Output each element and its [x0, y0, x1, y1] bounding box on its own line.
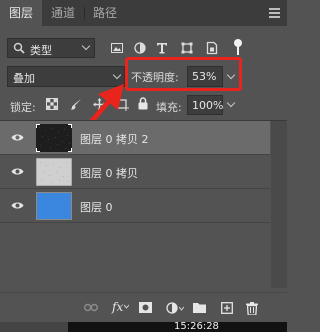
fill-input[interactable]: 100%	[187, 95, 223, 115]
adjustment-menu-chevron-icon	[179, 306, 184, 311]
visibility-eye-icon[interactable]	[11, 201, 24, 210]
layers-scrollbar[interactable]	[271, 121, 287, 288]
new-layer-icon[interactable]	[221, 302, 233, 314]
tab-paths[interactable]: 路径	[85, 0, 125, 26]
mask-icon[interactable]	[139, 302, 152, 313]
layers-panel: 图层 通道 路径 类型 叠加 不透明度: 53% 锁定: 填充: 100% 图层…	[0, 0, 287, 332]
panel-menu-icon[interactable]	[269, 8, 280, 18]
blend-mode-value: 叠加	[13, 72, 35, 85]
tab-channels[interactable]: 通道	[42, 0, 84, 26]
chevron-down-icon	[226, 98, 236, 108]
search-icon	[13, 42, 25, 54]
lock-label: 锁定:	[10, 101, 36, 114]
taskbar-clock: 15:26:28	[174, 322, 219, 332]
fill-dropdown[interactable]	[225, 95, 239, 115]
image-filter-icon[interactable]	[111, 41, 123, 55]
layer-thumbnail-dark[interactable]	[36, 124, 72, 152]
layer-row-0-copy-2[interactable]: 图层 0 拷贝 2	[0, 121, 270, 155]
layer-row-0[interactable]: 图层 0	[0, 189, 270, 223]
layer-thumbnail-blue[interactable]	[36, 192, 72, 220]
visibility-eye-icon[interactable]	[11, 133, 24, 142]
type-filter-icon[interactable]	[156, 41, 168, 55]
lock-all-icon[interactable]	[138, 97, 148, 110]
adjustment-layer-icon[interactable]	[166, 302, 178, 314]
smart-object-filter-icon[interactable]	[206, 41, 218, 55]
adjustment-filter-icon[interactable]	[134, 41, 146, 55]
filter-kind-label: 类型	[30, 44, 52, 57]
folder-icon[interactable]	[193, 302, 206, 313]
lock-transparent-pixels-icon[interactable]	[46, 98, 58, 110]
fx-menu-chevron-icon	[124, 304, 129, 309]
os-taskbar: 15:26:28	[0, 322, 287, 332]
layer-name[interactable]: 图层 0	[80, 199, 113, 215]
layer-row-0-copy[interactable]: 图层 0 拷贝	[0, 155, 270, 189]
filter-toggle-icon[interactable]	[234, 39, 242, 47]
layer-name[interactable]: 图层 0 拷贝 2	[80, 131, 149, 147]
layer-kind-filter[interactable]: 类型	[7, 38, 95, 58]
fill-label: 填充:	[156, 101, 182, 114]
shape-filter-icon[interactable]	[181, 41, 193, 55]
layer-name[interactable]: 图层 0 拷贝	[80, 165, 138, 181]
trash-icon[interactable]	[246, 302, 258, 315]
layer-thumbnail-light[interactable]	[36, 158, 72, 186]
visibility-eye-icon[interactable]	[11, 167, 24, 176]
tab-bar: 图层 通道 路径	[0, 0, 287, 26]
link-icon[interactable]	[84, 303, 98, 312]
fx-icon[interactable]: fx	[112, 300, 123, 314]
opacity-highlight-box	[125, 57, 242, 91]
chevron-down-icon	[112, 70, 122, 80]
chevron-down-icon	[81, 41, 91, 51]
tab-layers[interactable]: 图层	[0, 0, 42, 26]
filter-toggle-stem	[237, 47, 239, 55]
